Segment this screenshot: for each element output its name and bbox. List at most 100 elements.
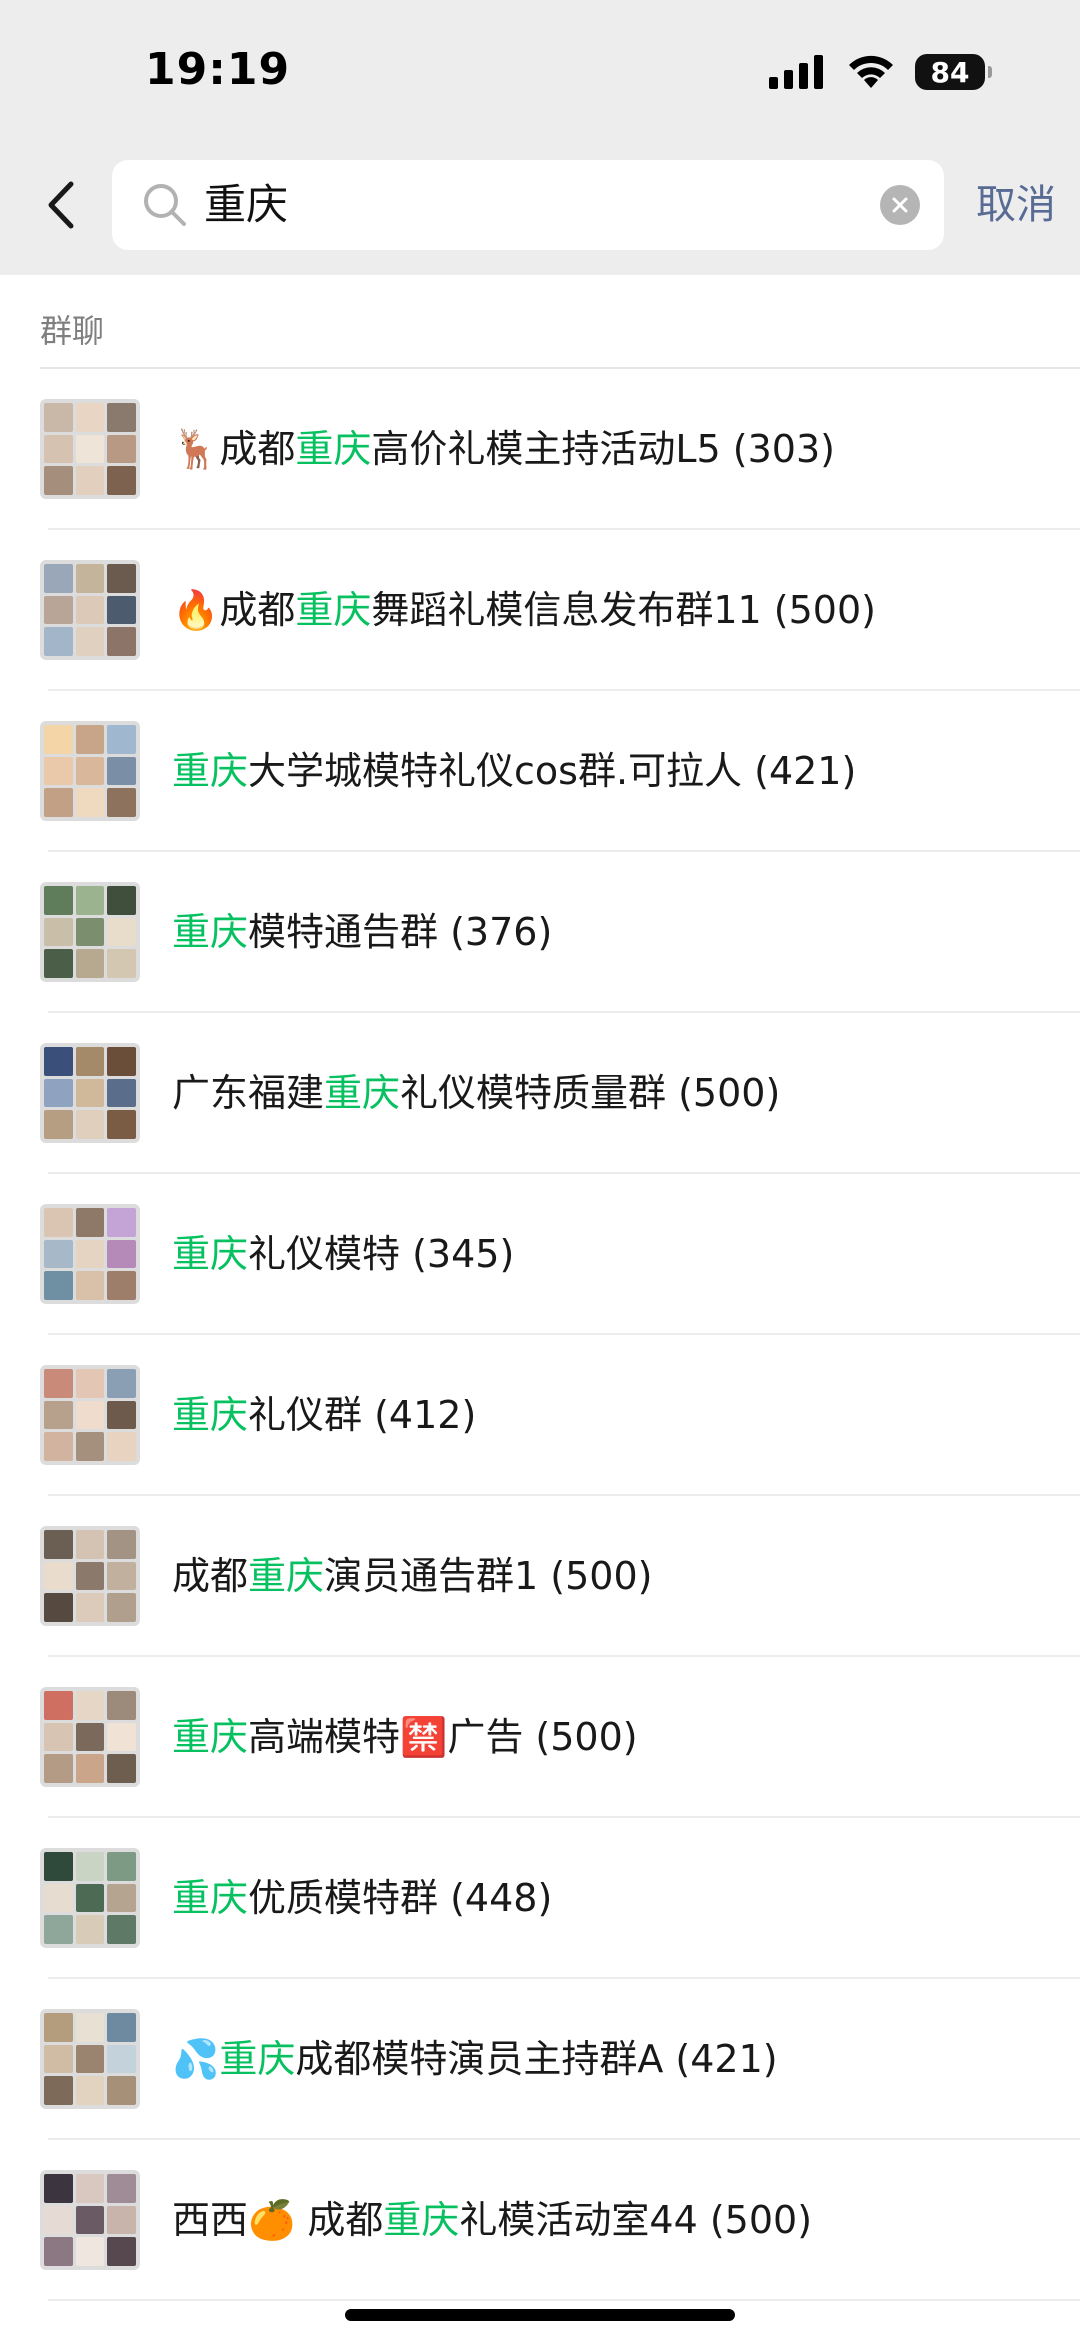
- member-avatar-tile: [75, 1271, 105, 1300]
- member-avatar-tile: [44, 1369, 73, 1398]
- member-avatar-tile: [107, 2237, 136, 2266]
- group-chat-row[interactable]: 💦重庆成都模特演员主持群A (421): [0, 1979, 1080, 2140]
- member-avatar-tile: [107, 1047, 136, 1076]
- member-avatar-tile: [44, 403, 73, 432]
- member-avatar-tile: [107, 725, 136, 754]
- group-avatar: [40, 1526, 140, 1626]
- member-avatar-tile: [44, 564, 73, 593]
- member-avatar-tile: [75, 2205, 105, 2235]
- member-avatar-tile: [75, 1208, 105, 1237]
- member-avatar-tile: [75, 1047, 105, 1076]
- group-chat-row[interactable]: 广东福建重庆礼仪模特质量群 (500): [0, 1013, 1080, 1174]
- member-avatar-tile: [44, 1754, 73, 1783]
- member-avatar-tile: [107, 1078, 136, 1108]
- member-avatar-tile: [75, 1754, 105, 1783]
- member-avatar-tile: [44, 1593, 73, 1622]
- group-name-suffix: 礼仪群 (412): [248, 1393, 477, 1437]
- back-button[interactable]: [30, 170, 90, 240]
- cancel-button[interactable]: 取消: [976, 178, 1056, 232]
- member-avatar-tile: [44, 2044, 73, 2074]
- group-name-prefix: 💦: [172, 2037, 220, 2081]
- member-avatar-tile: [44, 1915, 73, 1944]
- cellular-signal-icon: [769, 55, 823, 89]
- member-avatar-tile: [75, 2013, 105, 2042]
- member-avatar-tile: [75, 756, 105, 786]
- group-name: 西西🍊 成都重庆礼模活动室44 (500): [172, 2190, 812, 2250]
- member-avatar-tile: [44, 1883, 73, 1913]
- member-avatar-tile: [44, 1271, 73, 1300]
- member-avatar-tile: [44, 595, 73, 625]
- member-avatar-tile: [75, 917, 105, 947]
- member-avatar-tile: [107, 1754, 136, 1783]
- group-chat-row[interactable]: 重庆优质模特群 (448): [0, 1818, 1080, 1979]
- member-avatar-tile: [107, 1915, 136, 1944]
- member-avatar-tile: [107, 1593, 136, 1622]
- group-chat-row[interactable]: 重庆模特通告群 (376): [0, 852, 1080, 1013]
- member-avatar-tile: [75, 1432, 105, 1461]
- group-name-suffix: 优质模特群 (448): [248, 1876, 553, 1920]
- search-field[interactable]: 重庆: [112, 160, 944, 250]
- group-chat-row[interactable]: 西西🍊 成都重庆礼模活动室44 (500): [0, 2140, 1080, 2301]
- group-chat-row[interactable]: 重庆礼仪群 (412): [0, 1335, 1080, 1496]
- member-avatar-tile: [44, 466, 73, 495]
- member-avatar-tile: [44, 1239, 73, 1269]
- member-avatar-tile: [107, 917, 136, 947]
- group-name-prefix: 🔥成都: [172, 588, 296, 632]
- group-chat-row[interactable]: 重庆高端模特🈲广告 (500): [0, 1657, 1080, 1818]
- member-avatar-tile: [44, 917, 73, 947]
- section-title: 群聊: [40, 312, 105, 350]
- member-avatar-tile: [107, 788, 136, 817]
- member-avatar-tile: [44, 2076, 73, 2105]
- group-chat-row[interactable]: 重庆礼仪模特 (345): [0, 1174, 1080, 1335]
- search-input[interactable]: 重庆: [204, 178, 288, 232]
- search-match-highlight: 重庆: [219, 2037, 296, 2081]
- home-indicator: [345, 2309, 735, 2321]
- group-name: 🦌成都重庆高价礼模主持活动L5 (303): [172, 419, 835, 479]
- search-match-highlight: 重庆: [172, 1876, 249, 1920]
- top-bar: 19:19 84 重庆 取消: [0, 0, 1080, 275]
- group-name: 重庆优质模特群 (448): [172, 1868, 552, 1928]
- group-name: 广东福建重庆礼仪模特质量群 (500): [172, 1063, 780, 1123]
- group-avatar: [40, 560, 140, 660]
- member-avatar-tile: [75, 2174, 105, 2203]
- close-icon: [892, 197, 908, 213]
- group-name: 重庆模特通告群 (376): [172, 902, 552, 962]
- member-avatar-tile: [44, 1047, 73, 1076]
- group-chat-row[interactable]: 🔥成都重庆舞蹈礼模信息发布群11 (500): [0, 530, 1080, 691]
- member-avatar-tile: [44, 1722, 73, 1752]
- member-avatar-tile: [107, 564, 136, 593]
- group-chat-row[interactable]: 成都重庆演员通告群1 (500): [0, 1496, 1080, 1657]
- member-avatar-tile: [75, 627, 105, 656]
- clear-search-button[interactable]: [880, 185, 920, 225]
- group-name: 重庆礼仪模特 (345): [172, 1224, 514, 1284]
- group-name-suffix: 演员通告群1 (500): [324, 1554, 653, 1598]
- group-avatar: [40, 2170, 140, 2270]
- member-avatar-tile: [44, 725, 73, 754]
- group-name-suffix: 高价礼模主持活动L5 (303): [371, 427, 835, 471]
- member-avatar-tile: [107, 2174, 136, 2203]
- group-chat-row[interactable]: 🦌成都重庆高价礼模主持活动L5 (303): [0, 369, 1080, 530]
- member-avatar-tile: [75, 1110, 105, 1139]
- group-avatar: [40, 2009, 140, 2109]
- group-name-prefix: 成都: [172, 1554, 249, 1598]
- member-avatar-tile: [44, 2237, 73, 2266]
- group-name: 重庆高端模特🈲广告 (500): [172, 1707, 638, 1767]
- member-avatar-tile: [107, 1722, 136, 1752]
- search-match-highlight: 重庆: [248, 1554, 325, 1598]
- member-avatar-tile: [75, 403, 105, 432]
- member-avatar-tile: [75, 1369, 105, 1398]
- search-match-highlight: 重庆: [383, 2198, 460, 2242]
- group-avatar: [40, 721, 140, 821]
- group-avatar: [40, 399, 140, 499]
- group-chat-row[interactable]: 重庆大学城模特礼仪cos群.可拉人 (421): [0, 691, 1080, 852]
- member-avatar-tile: [44, 1078, 73, 1108]
- group-name-suffix: 大学城模特礼仪cos群.可拉人 (421): [248, 749, 857, 793]
- group-name-prefix: 🦌成都: [172, 427, 296, 471]
- member-avatar-tile: [75, 788, 105, 817]
- member-avatar-tile: [107, 1208, 136, 1237]
- member-avatar-tile: [107, 1691, 136, 1720]
- member-avatar-tile: [107, 2044, 136, 2074]
- member-avatar-tile: [75, 466, 105, 495]
- group-avatar: [40, 882, 140, 982]
- member-avatar-tile: [75, 886, 105, 915]
